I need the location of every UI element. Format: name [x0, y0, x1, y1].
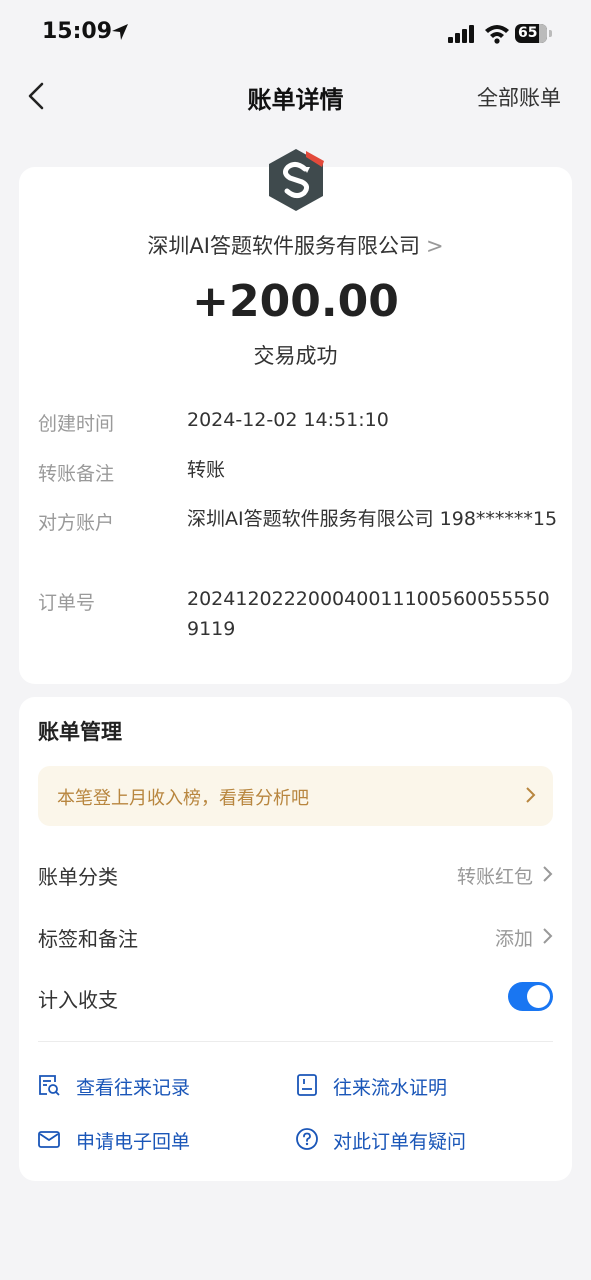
record-search-icon — [39, 1075, 60, 1096]
detail-value-created: 2024-12-02 14:51:10 — [187, 409, 389, 431]
status-bar: 15:09 65 — [0, 0, 591, 66]
merchant-name[interactable]: 深圳AI答题软件服务有限公司 > — [0, 230, 591, 260]
order-question-link[interactable]: 对此订单有疑问 — [333, 1127, 466, 1154]
transaction-status: 交易成功 — [253, 344, 338, 368]
chevron-right-icon: > — [425, 234, 444, 258]
merchant-name-text: 深圳AI答题软件服务有限公司 — [147, 234, 420, 258]
all-bills-link[interactable]: 全部账单 — [477, 82, 561, 112]
detail-value-account: 深圳AI答题软件服务有限公司 198******15 — [187, 508, 558, 530]
income-label: 计入收支 — [38, 988, 118, 1012]
detail-label-order: 订单号 — [38, 592, 96, 614]
document-proof-icon — [297, 1074, 317, 1096]
chevron-right-icon — [543, 928, 553, 944]
chevron-right-icon — [543, 866, 553, 882]
battery-level: 65 — [518, 25, 538, 41]
detail-label-created: 创建时间 — [38, 413, 115, 435]
flow-proof-link[interactable]: 往来流水证明 — [333, 1073, 447, 1100]
question-circle-icon — [296, 1128, 318, 1150]
income-rank-banner[interactable]: 本笔登上月收入榜，看看分析吧 — [38, 766, 553, 826]
status-time: 15:09 — [42, 19, 113, 44]
section-title: 账单管理 — [38, 720, 122, 744]
chevron-right-icon — [526, 787, 536, 803]
view-history-link[interactable]: 查看往来记录 — [76, 1073, 190, 1100]
divider — [38, 1041, 553, 1042]
banner-text: 本笔登上月收入榜，看看分析吧 — [57, 788, 309, 809]
wifi-icon — [485, 25, 509, 44]
detail-value-order: 2024120222000400111005600555509119 — [187, 588, 550, 640]
detail-value-remark: 转账 — [187, 459, 226, 481]
location-arrow-icon — [112, 24, 128, 40]
detail-label-remark: 转账备注 — [38, 463, 115, 485]
request-receipt-link[interactable]: 申请电子回单 — [76, 1127, 190, 1154]
tags-label: 标签和备注 — [38, 927, 138, 951]
tags-value[interactable]: 添加 — [495, 924, 533, 951]
detail-label-account: 对方账户 — [38, 512, 115, 534]
category-value[interactable]: 转账红包 — [457, 862, 533, 889]
merchant-logo-icon — [269, 149, 324, 211]
category-label: 账单分类 — [38, 865, 118, 889]
nav-bar: 账单详情 全部账单 — [0, 66, 591, 126]
transaction-amount: +200.00 — [192, 276, 399, 327]
cellular-signal-icon — [448, 25, 474, 43]
income-toggle[interactable] — [508, 982, 553, 1011]
toggle-knob — [527, 985, 550, 1008]
battery-icon: 65 — [515, 24, 547, 43]
envelope-icon — [38, 1131, 60, 1148]
